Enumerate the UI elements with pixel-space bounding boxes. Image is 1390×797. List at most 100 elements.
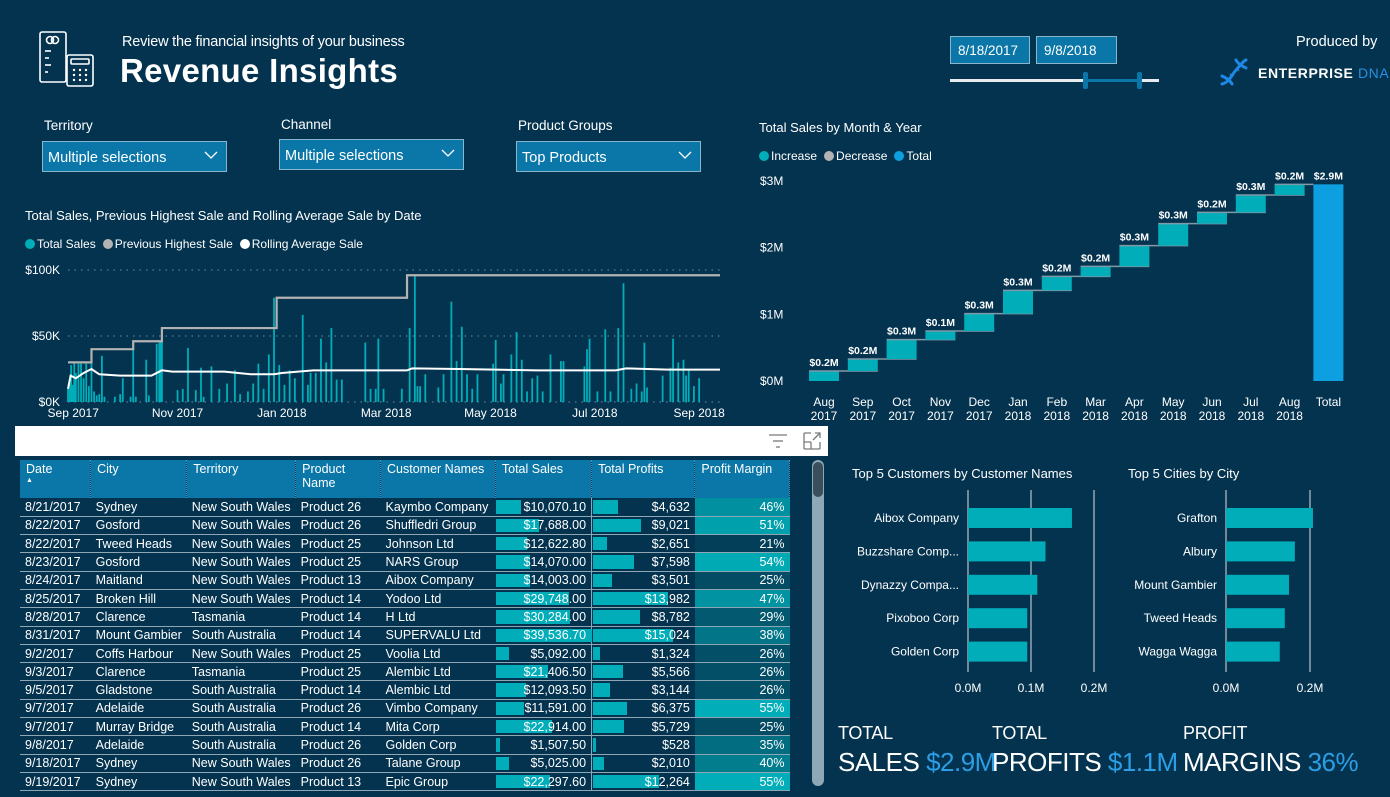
sales-data-bar bbox=[496, 738, 501, 752]
sales-line-chart[interactable]: $0K$50K$100KSep 2017 Nov 2017 Jan 2018 Mar … bbox=[20, 255, 745, 425]
focus-mode-icon[interactable] bbox=[802, 431, 822, 451]
total-sales-bar bbox=[77, 363, 80, 402]
total-sales-bar bbox=[583, 366, 586, 402]
total-sales-bar bbox=[419, 386, 421, 402]
table-row[interactable]: 9/3/2017 Clarence Tasmania Product 25 Alembi… bbox=[20, 662, 790, 682]
column-header-total-sales[interactable]: Total Sales bbox=[495, 460, 593, 498]
cell-city: Clarence bbox=[90, 662, 187, 682]
total-sales-bar bbox=[669, 367, 672, 402]
x-tick-label: Sep 2017 bbox=[48, 406, 100, 420]
data-label: $0.3M bbox=[1003, 276, 1032, 288]
table-row[interactable]: 8/23/2017 Gosford New South Wales Product 2… bbox=[20, 552, 790, 572]
profit-value: $528 bbox=[662, 738, 690, 752]
territory-slicer[interactable]: Multiple selections bbox=[42, 141, 227, 172]
table-row[interactable]: 9/18/2017 Sydney New South Wales Product 26… bbox=[20, 754, 790, 773]
cell-city: Adelaide bbox=[90, 735, 187, 755]
increase-bar bbox=[1274, 184, 1305, 195]
category-label: Aibox Company bbox=[874, 511, 959, 525]
chevron-down-icon bbox=[441, 149, 455, 157]
legend-item-decrease[interactable]: Decrease bbox=[824, 149, 887, 163]
column-header-profit-margin[interactable]: Profit Margin bbox=[694, 460, 790, 498]
x-tick-label: Mar 2018 bbox=[361, 406, 412, 420]
x-tick-year: 2017 bbox=[811, 409, 838, 423]
cell-date: 9/8/2017 bbox=[20, 735, 91, 755]
profit-data-bar bbox=[593, 610, 641, 624]
total-sales-bar bbox=[234, 370, 236, 402]
table-row[interactable]: 8/24/2017 Maitland New South Wales Product … bbox=[20, 571, 790, 590]
table-header-row: Date ▲ City Territory Product Name Custom… bbox=[20, 460, 790, 498]
total-sales-bar bbox=[560, 361, 562, 402]
cell-total-profits: $9,021 bbox=[591, 516, 695, 536]
x-tick-month: Jul bbox=[1243, 395, 1258, 409]
legend-item-total-sales[interactable]: Total Sales bbox=[25, 237, 96, 251]
x-tick-month: May bbox=[1162, 395, 1185, 409]
channel-slicer-label: Channel bbox=[281, 117, 332, 132]
bar bbox=[1226, 608, 1285, 629]
profit-value: $5,566 bbox=[651, 664, 690, 679]
cell-date: 9/19/2017 bbox=[20, 772, 91, 792]
legend-item-total[interactable]: Total bbox=[894, 149, 932, 163]
cell-total-sales: $29,748.00 bbox=[495, 589, 592, 609]
cell-customer: Vimbo Company bbox=[380, 699, 496, 719]
cell-product: Product 13 bbox=[295, 772, 381, 792]
cell-total-sales: $14,003.00 bbox=[495, 571, 592, 590]
filter-icon[interactable] bbox=[768, 432, 788, 450]
column-header-product-name[interactable]: Product Name bbox=[295, 460, 382, 498]
total-sales-bar bbox=[93, 391, 95, 402]
cell-city: Murray Bridge bbox=[90, 717, 187, 737]
table-row[interactable]: 8/28/2017 Clarence Tasmania Product 14 H Ltd… bbox=[20, 607, 790, 627]
waterfall-chart[interactable]: $0M$1M$2M$3M$0.2MAug2017$0.2MSep2017$0.3… bbox=[750, 165, 1390, 430]
table-row[interactable]: 8/31/2017 Mount Gambier South Australia Pro… bbox=[20, 626, 790, 645]
bar bbox=[968, 541, 1046, 562]
start-date-input[interactable]: 8/18/2017 bbox=[950, 36, 1030, 64]
cell-profit-margin: 47% bbox=[694, 589, 790, 609]
column-header-customer-names[interactable]: Customer Names bbox=[380, 460, 496, 498]
column-header-label: Total Profits bbox=[598, 462, 664, 476]
table-row[interactable]: 8/21/2017 Sydney New South Wales Product 26… bbox=[20, 498, 790, 517]
column-header-city[interactable]: City bbox=[90, 460, 188, 498]
table-row[interactable]: 8/25/2017 Broken Hill New South Wales Produ… bbox=[20, 589, 790, 609]
total-sales-bar bbox=[682, 359, 685, 402]
date-slider-start-handle[interactable] bbox=[1083, 72, 1088, 89]
bar bbox=[1226, 641, 1280, 662]
table-row[interactable]: 9/8/2017 Adelaide South Australia Product 2… bbox=[20, 735, 790, 755]
end-date-input[interactable]: 9/8/2018 bbox=[1036, 36, 1117, 64]
cell-profit-margin: 29% bbox=[694, 607, 790, 627]
date-slider-end-handle[interactable] bbox=[1137, 72, 1142, 89]
column-header-date[interactable]: Date ▲ bbox=[20, 460, 92, 498]
legend-item-previous-highest[interactable]: Previous Highest Sale bbox=[102, 237, 233, 251]
profit-value: $13,982 bbox=[644, 591, 690, 606]
column-header-label: Territory bbox=[193, 462, 239, 476]
table-row[interactable]: 9/2/2017 Coffs Harbour New South Wales Prod… bbox=[20, 644, 790, 664]
profit-value: $6,375 bbox=[651, 701, 690, 716]
sales-value: $11,591.00 bbox=[524, 701, 587, 716]
cell-customer: Golden Corp bbox=[380, 735, 496, 755]
table-row[interactable]: 8/22/2017 Gosford New South Wales Product 2… bbox=[20, 516, 790, 536]
table-scrollbar[interactable] bbox=[812, 460, 824, 786]
table-row[interactable]: 9/7/2017 Adelaide South Australia Product 2… bbox=[20, 699, 790, 719]
x-tick-year: 2018 bbox=[1121, 409, 1148, 423]
table-row[interactable]: 9/7/2017 Murray Bridge South Australia Prod… bbox=[20, 717, 790, 737]
product-groups-slicer[interactable]: Top Products bbox=[516, 141, 701, 172]
table-row[interactable]: 9/19/2017 Sydney New South Wales Product 13… bbox=[20, 772, 790, 792]
y-tick-label: $100K bbox=[25, 263, 60, 277]
column-header-territory[interactable]: Territory bbox=[186, 460, 297, 498]
profit-data-bar bbox=[593, 518, 642, 533]
cell-date: 9/2/2017 bbox=[20, 644, 91, 664]
legend-item-increase[interactable]: Increase bbox=[759, 149, 817, 163]
column-header-total-profits[interactable]: Total Profits bbox=[591, 460, 696, 498]
total-sales-bar bbox=[586, 349, 588, 402]
table-row[interactable]: 9/5/2017 Gladstone South Australia Product … bbox=[20, 680, 790, 700]
table-scrollbar-thumb[interactable] bbox=[813, 462, 823, 497]
top-cities-chart[interactable]: 0.0M 0.2M Grafton Albury Mount Gambier Tweed … bbox=[1110, 490, 1390, 700]
channel-slicer[interactable]: Multiple selections bbox=[279, 139, 464, 170]
legend-item-rolling-average[interactable]: Rolling Average Sale bbox=[239, 237, 363, 251]
bar bbox=[968, 508, 1072, 528]
table-row[interactable]: 8/22/2017 Tweed Heads New South Wales Produ… bbox=[20, 534, 790, 554]
top-customers-chart[interactable]: 0.0M 0.1M 0.2M Aibox Company Buzzshare Comp.… bbox=[840, 490, 1120, 700]
cell-total-profits: $5,566 bbox=[591, 662, 695, 682]
cell-city: Maitland bbox=[90, 571, 187, 590]
total-sales-bar bbox=[609, 391, 612, 402]
cell-total-profits: $5,729 bbox=[591, 717, 695, 737]
profit-value: $3,144 bbox=[651, 683, 690, 698]
